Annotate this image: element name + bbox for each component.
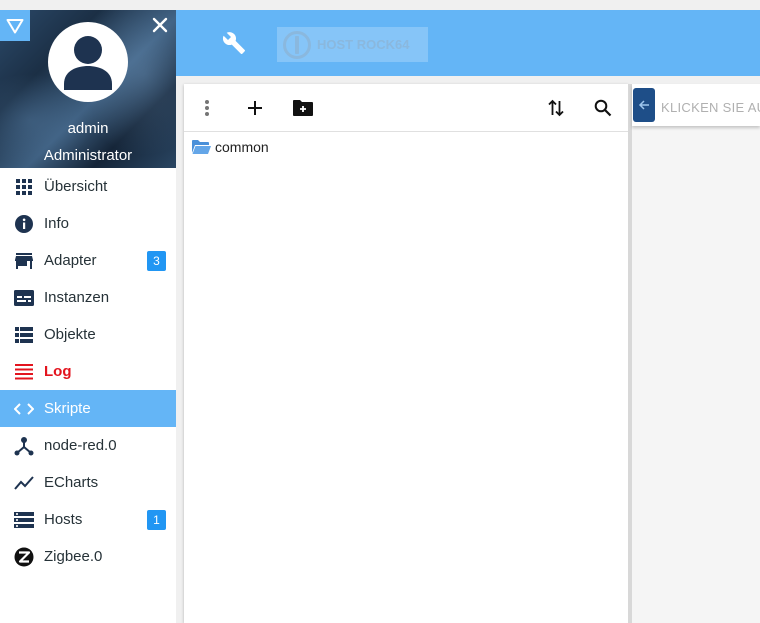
top-bar: HOST ROCK64 — [176, 10, 760, 76]
sidebar-item-label: Zigbee.0 — [44, 548, 103, 565]
arrow-left-icon — [638, 100, 649, 110]
hosts-count-badge: 1 — [147, 510, 166, 530]
host-selector-button[interactable]: HOST ROCK64 — [277, 27, 428, 62]
tree-folder-common[interactable]: common — [184, 136, 628, 158]
sidebar-item-zigbee[interactable]: Zigbee.0 — [0, 538, 176, 575]
code-icon — [14, 399, 34, 419]
sidebar-item-label: Skripte — [44, 400, 91, 417]
sidebar-item-label: node-red.0 — [44, 437, 117, 454]
script-editor-panel: KLICKEN SIE AUF ... — [632, 84, 760, 623]
node-red-icon — [14, 436, 34, 456]
search-icon — [594, 99, 612, 117]
editor-hint-text: KLICKEN SIE AUF ... — [661, 100, 760, 115]
script-tree-list: common — [184, 132, 628, 158]
zigbee-icon — [14, 547, 34, 567]
host-label: HOST ROCK64 — [317, 37, 410, 52]
user-avatar-icon — [64, 36, 112, 90]
sidebar-item-label: Info — [44, 215, 70, 232]
log-icon — [14, 362, 34, 382]
editor-tab-bar: KLICKEN SIE AUF ... — [632, 84, 760, 126]
sidebar-item-hosts[interactable]: Hosts 1 — [0, 501, 176, 538]
sidebar-item-adapter[interactable]: Adapter 3 — [0, 242, 176, 279]
chart-line-icon — [14, 473, 34, 493]
sidebar-item-label: Objekte — [44, 326, 96, 343]
sidebar-item-echarts[interactable]: ECharts — [0, 464, 176, 501]
info-icon — [14, 214, 34, 234]
script-tree-toolbar — [184, 84, 628, 132]
add-folder-button[interactable] — [289, 94, 317, 122]
grid-icon — [14, 177, 34, 197]
folder-open-icon — [191, 139, 211, 155]
settings-wrench-button[interactable] — [222, 31, 246, 55]
user-profile-header: admin Administrator — [0, 10, 176, 168]
sidebar-item-objekte[interactable]: Objekte — [0, 316, 176, 353]
logo-triangle-icon[interactable] — [0, 10, 30, 41]
sidebar-item-label: Hosts — [44, 511, 83, 528]
hosts-icon — [14, 510, 34, 530]
sidebar-item-instanzen[interactable]: Instanzen — [0, 279, 176, 316]
adapter-count-badge: 3 — [147, 251, 166, 271]
sidebar-item-label: Instanzen — [44, 289, 110, 306]
close-icon — [152, 17, 168, 33]
plus-icon — [248, 101, 262, 115]
iobroker-logo-icon — [283, 30, 311, 59]
sidebar-item-skripte[interactable]: Skripte — [0, 390, 176, 427]
sidebar-item-info[interactable]: Info — [0, 205, 176, 242]
close-sidebar-button[interactable] — [150, 16, 170, 36]
sidebar-item-label: Adapter — [44, 252, 97, 269]
add-script-button[interactable] — [241, 94, 269, 122]
user-role: Administrator — [43, 147, 133, 164]
user-name: admin — [67, 120, 109, 137]
sort-arrows-icon — [548, 99, 564, 117]
search-button[interactable] — [589, 94, 617, 122]
tree-item-label: common — [215, 139, 269, 155]
folder-add-icon — [293, 100, 313, 116]
list-icon — [14, 325, 34, 345]
sidebar: admin Administrator Übersicht Info Adapt… — [0, 10, 176, 623]
collapse-tree-button[interactable] — [633, 88, 655, 122]
store-icon — [14, 251, 34, 271]
sort-button[interactable] — [542, 94, 570, 122]
script-tree-panel: common — [184, 84, 628, 623]
app-window: admin Administrator Übersicht Info Adapt… — [0, 0, 760, 623]
avatar — [48, 22, 128, 102]
sidebar-item-node-red[interactable]: node-red.0 — [0, 427, 176, 464]
sidebar-menu: Übersicht Info Adapter 3 Instanzen Objek… — [0, 168, 176, 575]
sidebar-item-label: Log — [44, 363, 72, 380]
sidebar-item-uebersicht[interactable]: Übersicht — [0, 168, 176, 205]
more-vert-icon — [205, 100, 209, 116]
sidebar-item-label: ECharts — [44, 474, 99, 491]
wrench-icon — [222, 32, 245, 54]
more-options-button[interactable] — [193, 94, 221, 122]
instances-icon — [14, 288, 34, 308]
sidebar-item-label: Übersicht — [44, 178, 108, 195]
sidebar-item-log[interactable]: Log — [0, 353, 176, 390]
